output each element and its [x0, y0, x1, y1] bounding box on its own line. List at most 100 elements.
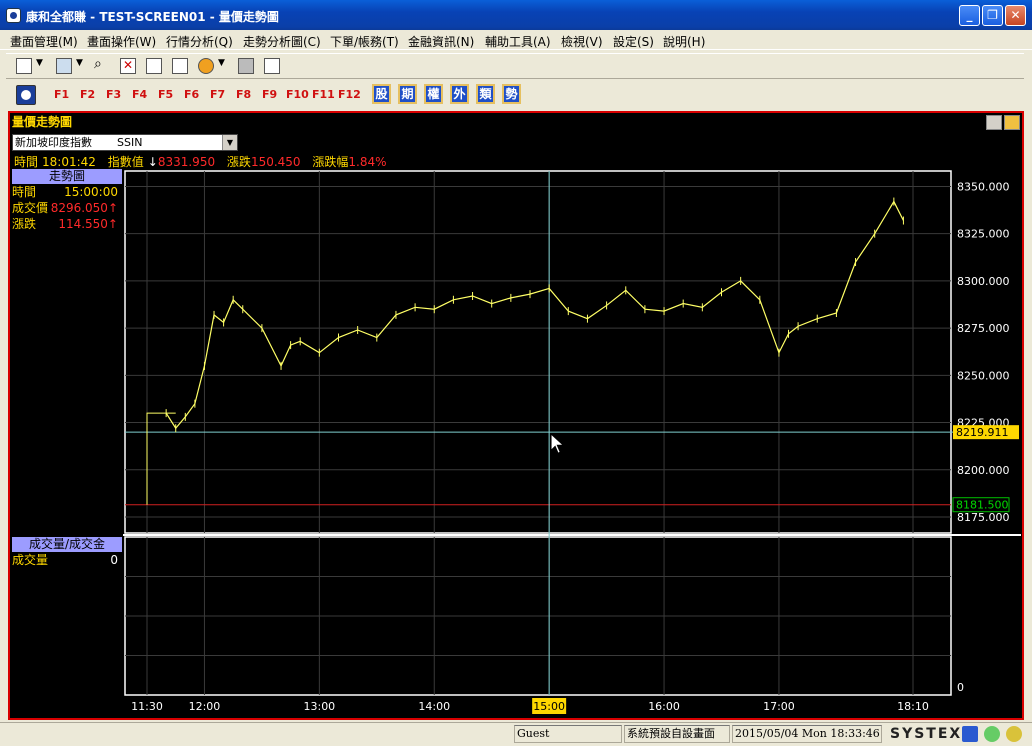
window-title: 康和全都賺 - TEST-SCREEN01 - 量價走勢圖 — [26, 10, 279, 24]
chevron-down-icon[interactable]: ▼ — [222, 135, 237, 150]
fkey-f3[interactable]: F3 — [106, 88, 121, 101]
trend-chart-panel: 量價走勢圖 新加坡印度指數 SSIN ▼ 時間 18:01:42 指數值 ↓8331… — [8, 111, 1024, 720]
close-window-icon[interactable]: ✕ — [120, 58, 136, 74]
category-options-button[interactable]: 權 — [424, 84, 443, 104]
fkey-f2[interactable]: F2 — [80, 88, 95, 101]
fkey-f8[interactable]: F8 — [236, 88, 251, 101]
price-series-line — [165, 200, 904, 430]
menu-view[interactable]: 檢視(V) — [561, 33, 603, 50]
mouse-pointer-icon — [550, 433, 565, 454]
x-tick-label: 17:00 — [763, 700, 795, 713]
category-trend-button[interactable]: 勢 — [502, 84, 521, 104]
close-button[interactable]: ✕ — [1005, 5, 1026, 26]
chart-window-icon[interactable] — [264, 58, 280, 74]
fkey-f11[interactable]: F11 — [312, 88, 335, 101]
time-label: 時間 18:01:42 — [14, 155, 96, 169]
menu-tools[interactable]: 輔助工具(A) — [485, 33, 551, 50]
alert-status-icon[interactable] — [1006, 726, 1022, 742]
price-row-time: 時間 15:00:00 — [12, 185, 118, 199]
chevron-down-icon[interactable]: ▼ — [218, 58, 225, 68]
y-tick-label: 8300.000 — [957, 275, 1010, 288]
search-icon[interactable]: ⌕ — [94, 56, 110, 72]
volume-row: 成交量 0 — [12, 553, 118, 567]
app-window: 康和全都賺 - TEST-SCREEN01 - 量價走勢圖 _ ❐ ✕ 畫面管理… — [0, 0, 1032, 746]
volume-box-header: 成交量/成交金 — [12, 537, 122, 552]
left-data-panel: 走勢圖 時間 15:00:00 成交價 8296.050↑ 漲跌 114.550… — [12, 169, 122, 701]
menu-bar: 畫面管理(M) 畫面操作(W) 行情分析(Q) 走勢分析圖(C) 下單/帳務(T… — [0, 30, 1032, 50]
fkey-f9[interactable]: F9 — [262, 88, 277, 101]
price-box-header: 走勢圖 — [12, 169, 122, 184]
menu-settings[interactable]: 設定(S) — [613, 33, 654, 50]
menu-help[interactable]: 說明(H) — [663, 33, 705, 50]
y-tick-label: 8350.000 — [957, 180, 1010, 193]
connection-status-icon[interactable] — [984, 726, 1000, 742]
symbol-select[interactable]: 新加坡印度指數 SSIN ▼ — [12, 134, 238, 151]
volume-axis-label: 0 — [957, 681, 964, 694]
price-plot-frame — [124, 170, 952, 534]
quote-info-line: 時間 18:01:42 指數值 ↓8331.950 漲跌150.450 漲跌幅1.8… — [14, 153, 395, 169]
fkey-f6[interactable]: F6 — [184, 88, 199, 101]
toolbar-main: ▼ ▼ ⌕ ✕ ▼ — [6, 53, 1024, 79]
tile-icon[interactable] — [146, 58, 162, 74]
category-sector-button[interactable]: 類 — [476, 84, 495, 104]
category-futures-button[interactable]: 期 — [398, 84, 417, 104]
zoom-icon[interactable] — [986, 115, 1002, 130]
reference-price-label: 8181.500 — [956, 499, 1009, 512]
chevron-down-icon[interactable]: ▼ — [36, 58, 43, 68]
y-tick-label: 8275.000 — [957, 322, 1010, 335]
title-bar[interactable]: 康和全都賺 - TEST-SCREEN01 - 量價走勢圖 _ ❐ ✕ — [0, 0, 1032, 30]
symbol-name: 新加坡印度指數 — [15, 136, 92, 149]
change-pct-label: 漲跌幅1.84% — [312, 155, 387, 169]
coin-icon[interactable] — [198, 58, 214, 74]
price-series-open — [146, 412, 176, 505]
monitor-icon[interactable] — [56, 58, 72, 74]
app-logo-icon — [6, 8, 21, 23]
category-foreign-button[interactable]: 外 — [450, 84, 469, 104]
brand-label: SYSTEX — [890, 726, 963, 742]
menu-quote-analysis[interactable]: 行情分析(Q) — [166, 33, 233, 50]
fkey-f12[interactable]: F12 — [338, 88, 361, 101]
price-row-change: 漲跌 114.550↑ — [12, 217, 118, 231]
menu-screen-operate[interactable]: 畫面操作(W) — [87, 33, 156, 50]
y-tick-label: 8200.000 — [957, 464, 1010, 477]
x-tick-label: 15:00 — [533, 700, 565, 713]
menu-screen-manage[interactable]: 畫面管理(M) — [10, 33, 78, 50]
symbol-code: SSIN — [117, 136, 143, 149]
category-stock-button[interactable]: 股 — [372, 84, 391, 104]
menu-financial-info[interactable]: 金融資訊(N) — [408, 33, 474, 50]
cursor-price-label: 8219.911 — [956, 426, 1009, 439]
fkey-f10[interactable]: F10 — [286, 88, 309, 101]
x-tick-label: 12:00 — [189, 700, 221, 713]
home-logo-icon[interactable] — [16, 85, 36, 105]
folder-icon[interactable] — [1004, 115, 1020, 130]
print-icon[interactable] — [238, 58, 254, 74]
status-user: Guest — [514, 725, 622, 743]
x-tick-label: 11:30 — [131, 700, 163, 713]
status-bar: Guest 系統預設自設畫面 2015/05/04 Mon 18:33:46 S… — [0, 722, 1032, 746]
price-row-last: 成交價 8296.050↑ — [12, 201, 118, 215]
status-layout: 系統預設自設畫面 — [624, 725, 730, 743]
change-label: 漲跌150.450 — [226, 155, 301, 169]
fkey-f1[interactable]: F1 — [54, 88, 69, 101]
price-volume-chart[interactable]: 11:30 12:00 13:00 14:00 15:00 16:00 17:00 18:10… — [123, 169, 1021, 719]
split-icon[interactable] — [172, 58, 188, 74]
fkey-f4[interactable]: F4 — [132, 88, 147, 101]
menu-order-account[interactable]: 下單/帳務(T) — [330, 33, 399, 50]
panel-title: 量價走勢圖 — [10, 113, 1022, 131]
layout-icon[interactable] — [16, 58, 32, 74]
panel-icons — [984, 115, 1020, 133]
x-tick-label: 14:00 — [418, 700, 450, 713]
menu-trend-chart[interactable]: 走勢分析圖(C) — [243, 33, 321, 50]
fkey-f5[interactable]: F5 — [158, 88, 173, 101]
index-label: 指數值 ↓8331.950 — [107, 155, 216, 169]
restore-button[interactable]: ❐ — [982, 5, 1003, 26]
y-tick-label: 8250.000 — [957, 369, 1010, 382]
fkey-f7[interactable]: F7 — [210, 88, 225, 101]
y-tick-label: 8175.000 — [957, 511, 1010, 524]
minimize-button[interactable]: _ — [959, 5, 980, 26]
network-icon[interactable] — [962, 726, 978, 742]
toolbar-function-keys: F1 F2 F3 F4 F5 F6 F7 F8 F9 F10 F11 F12 股… — [6, 81, 1024, 109]
status-datetime: 2015/05/04 Mon 18:33:46 — [732, 725, 882, 743]
x-tick-label: 18:10 — [897, 700, 929, 713]
chevron-down-icon[interactable]: ▼ — [76, 58, 83, 68]
